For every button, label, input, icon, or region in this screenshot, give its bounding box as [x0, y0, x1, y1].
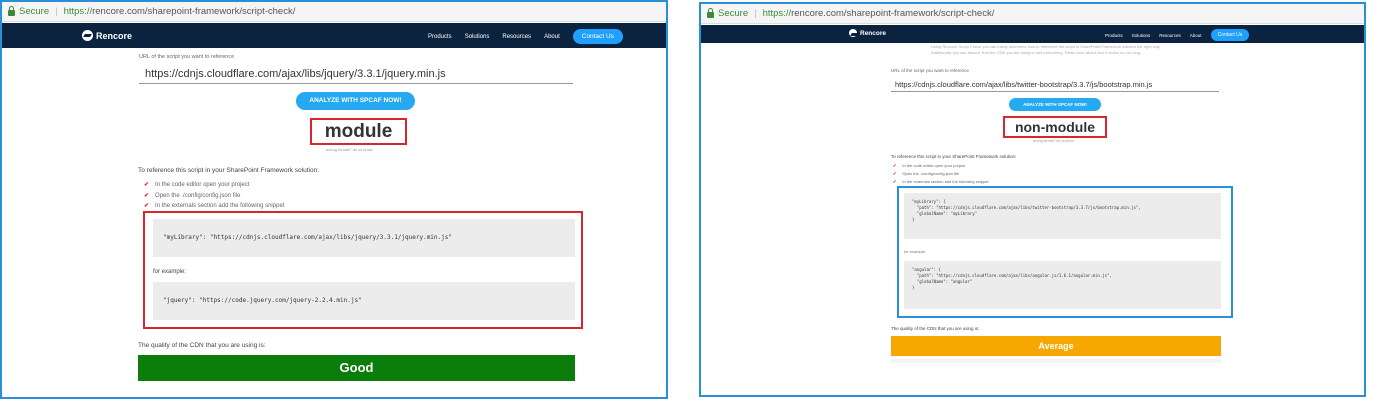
instructions-intro: To reference this script in your SharePo…	[891, 154, 1017, 159]
page-url[interactable]: https://rencore.com/sharepoint-framework…	[763, 8, 995, 19]
instructions-intro: To reference this script in your SharePo…	[138, 167, 319, 174]
cdn-quality-label: The quality of the CDN that you are usin…	[891, 326, 980, 331]
site-navbar: Rencore Products Solutions Resources Abo…	[2, 23, 666, 48]
script-url-input[interactable]: https://cdnjs.cloudflare.com/ajax/libs/j…	[139, 64, 573, 84]
logo-text: Rencore	[96, 30, 133, 41]
logo-text: Rencore	[860, 29, 887, 37]
instruction-step: ✔ Open the ./config/config.json file	[893, 171, 959, 176]
cdn-quality-badge: Good	[138, 355, 575, 381]
nav-item-solutions[interactable]: Solutions	[1132, 33, 1151, 38]
cdn-quality-badge: Average	[891, 336, 1221, 356]
step-text: In the code editor open your project	[902, 163, 966, 168]
check-icon: ✔	[893, 179, 897, 184]
site-navbar: Rencore Products Solutions Resources Abo…	[701, 25, 1364, 43]
check-icon: ✔	[893, 163, 897, 168]
config-snippet[interactable]: "myLibrary": { "path": "https://cdnjs.cl…	[904, 193, 1221, 239]
address-bar[interactable]: Secure | https://rencore.com/sharepoint-…	[2, 2, 666, 22]
url-field-label: URL of the script you want to reference	[139, 54, 235, 60]
config-snippet[interactable]: "myLibrary": "https://cdnjs.cloudflare.c…	[153, 219, 575, 257]
page-url[interactable]: https://rencore.com/sharepoint-framework…	[64, 6, 296, 17]
url-field-label: URL of the script you want to reference	[891, 68, 969, 73]
contact-us-button[interactable]: Contact Us	[1210, 29, 1250, 41]
wrong-format-link[interactable]: wrong format? let us know	[326, 147, 373, 152]
nav-item-about[interactable]: About	[544, 34, 560, 40]
instruction-step: ✔ In the code editor open your project	[893, 163, 965, 168]
address-separator: |	[55, 6, 58, 17]
instruction-step: ✔ In the code editor open your project	[144, 181, 250, 189]
nav-item-solutions[interactable]: Solutions	[465, 34, 490, 40]
nav-item-about[interactable]: About	[1190, 33, 1202, 38]
check-icon: ✔	[144, 182, 150, 188]
rencore-logo-icon	[849, 29, 857, 37]
cut-off-text	[891, 359, 1221, 363]
nav-item-resources[interactable]: Resources	[1159, 33, 1181, 38]
intro-text-line: Using Rencore Script Check you can easil…	[931, 44, 1161, 49]
lock-icon	[8, 6, 15, 16]
check-icon: ✔	[893, 171, 897, 176]
step-text: In the externals section add the followi…	[902, 179, 989, 184]
step-text: In the code editor open your project	[155, 181, 250, 188]
check-icon: ✔	[144, 193, 150, 199]
secure-label: Secure	[718, 8, 749, 19]
nav-menu: Products Solutions Resources About Conta…	[1105, 29, 1258, 41]
url-scheme: https://	[762, 8, 792, 19]
cdn-quality-label: The quality of the CDN that you are usin…	[138, 342, 266, 349]
left-screenshot-panel: Secure | https://rencore.com/sharepoint-…	[0, 0, 668, 399]
lock-icon	[707, 8, 714, 18]
instruction-step: ✔ Open the ./config/config.json file	[144, 192, 241, 200]
nav-item-products[interactable]: Products	[428, 34, 452, 40]
step-text: Open the ./config/config.json file	[902, 171, 960, 176]
secure-label: Secure	[19, 6, 50, 17]
example-label: for example:	[153, 269, 187, 275]
analyze-button[interactable]: ANALYZE WITH SPCAF NOW!	[1009, 98, 1101, 111]
address-separator: |	[754, 8, 757, 19]
intro-text-line: Additionally you can ensure, that the CD…	[931, 50, 1142, 55]
url-path: rencore.com/sharepoint-framework/script-…	[92, 6, 296, 17]
step-text: Open the ./config/config.json file	[155, 192, 241, 199]
address-bar[interactable]: Secure | https://rencore.com/sharepoint-…	[701, 4, 1364, 24]
nav-item-products[interactable]: Products	[1105, 33, 1123, 38]
url-path: rencore.com/sharepoint-framework/script-…	[791, 8, 995, 19]
nav-menu: Products Solutions Resources About Conta…	[428, 29, 636, 44]
instruction-step: ✔ In the externals section add the follow…	[144, 202, 285, 210]
result-format: module	[310, 118, 407, 145]
check-icon: ✔	[144, 203, 150, 209]
script-url-input[interactable]: https://cdnjs.cloudflare.com/ajax/libs/t…	[891, 77, 1219, 92]
step-text: In the externals section add the followi…	[155, 202, 285, 209]
example-label: for example:	[904, 249, 927, 254]
example-snippet[interactable]: "angular": { "path": "https://cdnjs.clou…	[904, 261, 1221, 309]
rencore-logo[interactable]: Rencore	[82, 30, 132, 41]
nav-item-resources[interactable]: Resources	[502, 34, 531, 40]
instruction-step: ✔ In the externals section add the follow…	[893, 179, 989, 184]
wrong-format-link[interactable]: wrong format? let us know	[1033, 139, 1074, 143]
url-scheme: https://	[63, 6, 93, 17]
contact-us-button[interactable]: Contact Us	[572, 29, 623, 44]
rencore-logo[interactable]: Rencore	[849, 29, 886, 37]
rencore-logo-icon	[82, 30, 93, 41]
analyze-button[interactable]: ANALYZE WITH SPCAF NOW!	[296, 92, 415, 110]
example-snippet[interactable]: "jquery": "https://code.jquery.com/jquer…	[153, 282, 575, 320]
result-format: non-module	[1003, 116, 1107, 138]
right-screenshot-panel: Secure | https://rencore.com/sharepoint-…	[699, 2, 1366, 397]
